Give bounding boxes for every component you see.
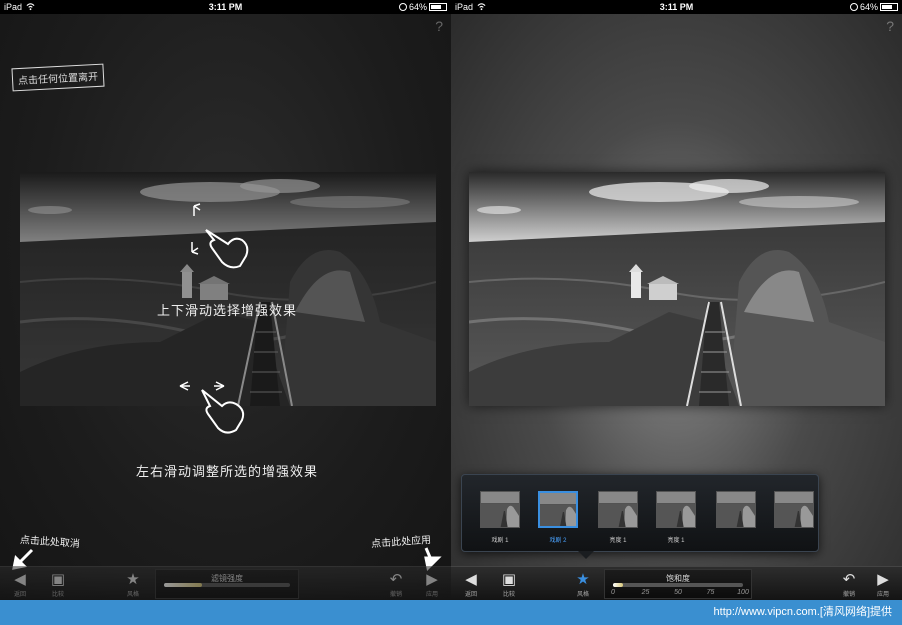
slider-ticks: 0 25 50 75 100: [611, 589, 749, 598]
slider-tick-label: 75: [706, 589, 715, 596]
status-bar: iPad 3:11 PM 64%: [0, 0, 451, 14]
swipe-vertical-hand-icon: [191, 203, 249, 269]
compare-button[interactable]: ▣ 比较: [38, 569, 78, 599]
style-thumbnail-label: 亮度 1: [609, 538, 627, 544]
style-thumbnail-image: [716, 491, 756, 528]
help-button[interactable]: ?: [435, 18, 443, 34]
style-thumbnail-label: 亮度 1: [667, 538, 685, 544]
watermark: http://www.vipcn.com.[清风网络]提供: [0, 600, 902, 625]
battery-icon: [429, 3, 447, 11]
swipe-horizontal-hand-icon: [179, 381, 245, 434]
slider-tick-label: 100: [737, 589, 749, 596]
image-icon: ▣: [50, 571, 66, 588]
horizontal-swipe-hint: 左右滑动调整所选的增强效果: [136, 464, 319, 479]
clock: 3:11 PM: [659, 2, 694, 12]
screenshot: iPad 3:11 PM 64% ? 点击任何位置离开 上下滑动选择增强效果 左…: [0, 0, 902, 625]
style-thumbnail-image: [538, 491, 578, 528]
style-thumbnail[interactable]: 戏剧 1: [480, 491, 520, 544]
slider-tick-label: 0: [611, 589, 615, 596]
filter-strength-slider[interactable]: 滤镜强度: [155, 569, 299, 599]
vertical-swipe-hint: 上下滑动选择增强效果: [157, 303, 298, 318]
battery-icon: [880, 3, 898, 11]
tutorial-screen[interactable]: iPad 3:11 PM 64% ? 点击任何位置离开 上下滑动选择增强效果 左…: [0, 0, 451, 600]
editor-screen: iPad 3:11 PM 64% ? 戏剧 1 戏剧 2 亮度 1 亮度 1 ◀ 返回 …: [451, 0, 902, 600]
rotation-lock-icon: [398, 3, 407, 11]
apply-button[interactable]: ▶ 应用: [863, 569, 902, 599]
star-icon: ★: [126, 571, 140, 588]
battery-percent: 64%: [859, 2, 878, 12]
slider-tick-label: 50: [674, 589, 682, 596]
star-icon: ★: [576, 571, 590, 588]
style-thumbnail[interactable]: 戏剧 2: [538, 491, 578, 544]
image-icon: ▣: [501, 571, 517, 588]
style-thumbnail-label: 戏剧 2: [549, 538, 567, 544]
bottom-toolbar: ◀ 返回 ▣ 比较 ★ 风格 饱和度 0 25 50 75 100 ↶ 撤销 ▶ 应用: [451, 566, 902, 600]
clock: 3:11 PM: [208, 2, 243, 12]
rotation-lock-icon: [849, 3, 858, 11]
style-thumbnail-label: 戏剧 1: [491, 538, 509, 544]
style-button[interactable]: ★ 风格: [563, 569, 603, 599]
back-arrow-icon: ◀: [465, 571, 477, 588]
status-bar: iPad 3:11 PM 64%: [451, 0, 902, 14]
style-thumbnail[interactable]: 亮度 1: [598, 491, 638, 544]
style-thumbnail[interactable]: [774, 491, 814, 531]
slider-tick-label: 25: [641, 589, 650, 596]
undo-button[interactable]: ↶ 撤销: [376, 569, 416, 599]
style-thumbnail-image: [656, 491, 696, 528]
back-arrow-icon: ◀: [14, 571, 26, 588]
slider-fill: [164, 583, 202, 587]
help-button[interactable]: ?: [886, 18, 894, 34]
photo-preview: [469, 172, 885, 406]
compare-button[interactable]: ▣ 比较: [489, 569, 529, 599]
style-thumbnail-image: [598, 491, 638, 528]
style-thumbnail-image: [774, 491, 814, 528]
forward-arrow-icon: ▶: [877, 571, 889, 588]
apply-button[interactable]: ▶ 应用: [412, 569, 451, 599]
battery-percent: 64%: [408, 2, 427, 12]
bottom-toolbar: ◀ 返回 ▣ 比较 ★ 风格 滤镜强度 ↶ 撤销 ▶ 应用: [0, 566, 451, 600]
style-button[interactable]: ★ 风格: [113, 569, 153, 599]
undo-icon: ↶: [389, 571, 403, 588]
back-button[interactable]: ◀ 返回: [451, 569, 491, 599]
style-thumbnail-image: [480, 491, 520, 528]
forward-arrow-icon: ▶: [426, 571, 438, 588]
back-button[interactable]: ◀ 返回: [0, 569, 40, 599]
slider-fill: [613, 583, 624, 587]
style-thumbnail[interactable]: 亮度 1: [656, 491, 696, 544]
saturation-slider[interactable]: 饱和度 0 25 50 75 100: [604, 569, 752, 599]
style-thumbnail[interactable]: [716, 491, 756, 531]
exit-hint-tag[interactable]: 点击任何位置离开: [11, 63, 105, 92]
style-picker-popup: 戏剧 1 戏剧 2 亮度 1 亮度 1: [461, 474, 819, 559]
